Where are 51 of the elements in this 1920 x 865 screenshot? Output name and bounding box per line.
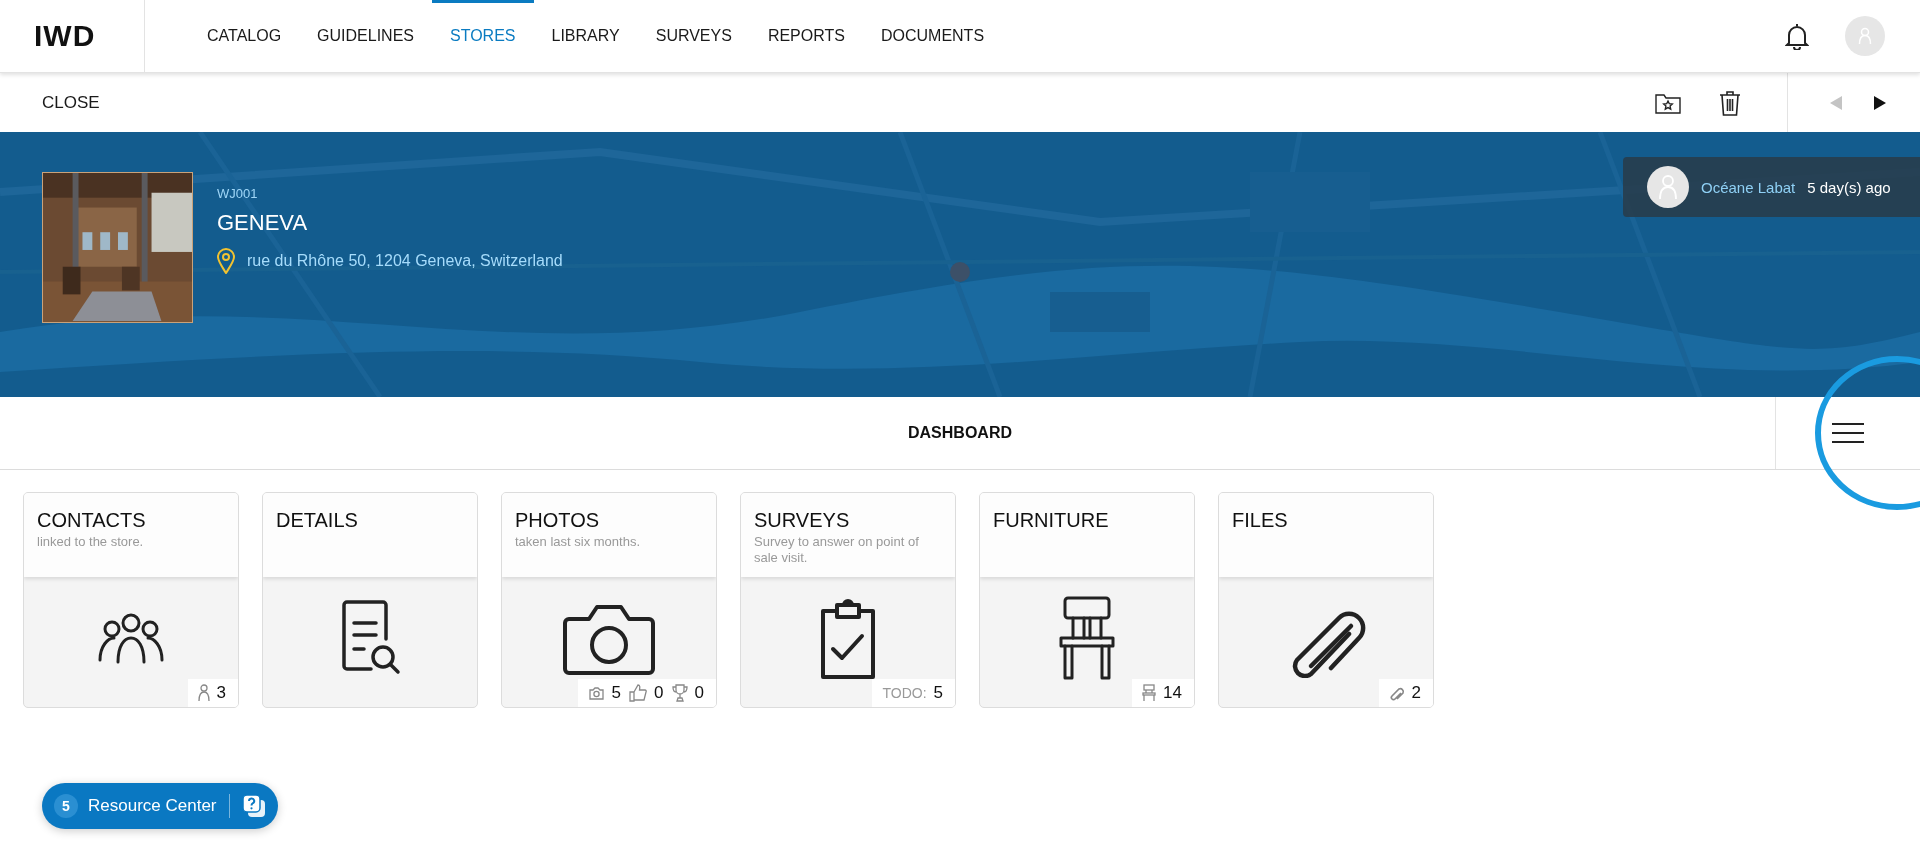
nav-tab[interactable]: REPORTS — [749, 0, 863, 72]
stat-count: 0 — [694, 683, 704, 703]
card-subtitle: Survey to answer on point of sale visit. — [754, 534, 920, 567]
close-button[interactable]: CLOSE — [0, 73, 142, 132]
chair-icon — [1142, 684, 1157, 702]
dashboard-title: DASHBOARD — [907, 423, 1013, 443]
stat-count: 5 — [933, 683, 943, 703]
stat-count: 3 — [216, 683, 226, 703]
card-title: FURNITURE — [993, 509, 1110, 532]
clipboard-check-icon — [819, 597, 877, 679]
count-badge: 5 — [54, 794, 78, 818]
card-title: DETAILS — [276, 509, 359, 532]
people-icon — [98, 612, 164, 664]
stat-count: 0 — [654, 683, 664, 703]
person-icon — [197, 684, 210, 702]
thumbs-up-icon — [629, 684, 648, 702]
dashboard-card[interactable]: FILES 2 — [1218, 492, 1434, 708]
nav-tab[interactable]: DOCUMENTS — [862, 0, 1003, 72]
nav-tab[interactable]: CATALOG — [189, 0, 300, 72]
chair-icon — [1059, 596, 1115, 680]
paperclip-icon — [1388, 685, 1405, 701]
nav-tab[interactable]: GUIDELINES — [299, 0, 432, 72]
dashboard-card[interactable]: PHOTOS taken last six months. 5 0 0 — [501, 492, 717, 708]
nav-tab[interactable]: LIBRARY — [533, 0, 638, 72]
card-title: CONTACTS — [37, 509, 147, 532]
dashboard-card[interactable]: FURNITURE 14 — [979, 492, 1195, 708]
help-icon — [241, 794, 266, 818]
stat-label: TODO: — [882, 685, 927, 701]
logo[interactable]: IWD — [34, 19, 96, 53]
camera-icon — [587, 686, 605, 700]
folder-star-icon[interactable] — [1655, 91, 1681, 114]
bell-icon[interactable] — [1785, 22, 1809, 50]
card-subtitle: linked to the store. — [37, 534, 145, 551]
document-search-icon — [339, 599, 401, 677]
stat-count: 14 — [1163, 683, 1182, 703]
button-label: Resource Center — [88, 796, 217, 816]
card-subtitle: taken last six months. — [515, 534, 641, 551]
stat-count: 5 — [611, 683, 622, 703]
card-title: SURVEYS — [754, 509, 851, 532]
stat-count: 2 — [1411, 683, 1421, 703]
dashboard-card[interactable]: SURVEYS Survey to answer on point of sale visit. TODO: 5 — [740, 492, 956, 708]
card-title: PHOTOS — [515, 509, 601, 532]
trash-icon[interactable] — [1719, 89, 1741, 116]
resource-center-button[interactable]: 5 Resource Center — [42, 783, 278, 829]
next-arrow-icon[interactable] — [1874, 95, 1886, 110]
nav-tab[interactable]: SURVEYS — [637, 0, 750, 72]
card-title: FILES — [1232, 509, 1289, 532]
trophy-icon — [671, 684, 688, 702]
dashboard-card[interactable]: DETAILS — [262, 492, 478, 708]
dashboard-card[interactable]: CONTACTS linked to the store. 3 — [23, 492, 239, 708]
menu-icon — [1832, 423, 1864, 443]
